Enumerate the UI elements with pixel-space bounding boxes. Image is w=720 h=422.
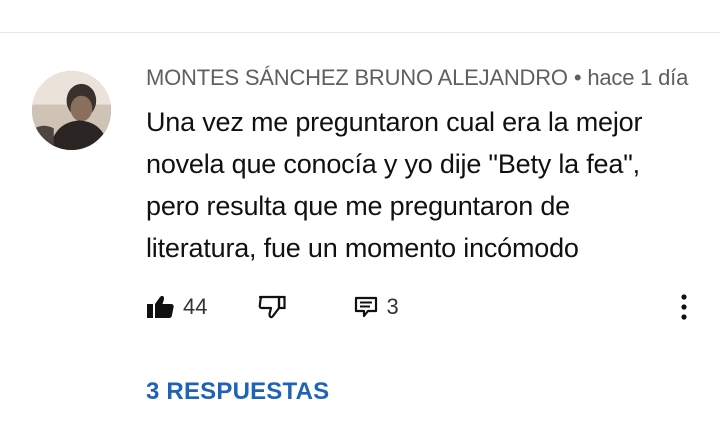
separator-dot: • bbox=[573, 65, 582, 90]
reply-button[interactable]: 3 bbox=[354, 294, 399, 320]
comment-timestamp[interactable]: hace 1 día bbox=[587, 65, 688, 90]
avatar[interactable] bbox=[32, 71, 111, 150]
comment-actions: 44 3 bbox=[146, 290, 399, 324]
top-divider bbox=[0, 32, 720, 33]
thumbs-up-filled-icon bbox=[147, 295, 174, 318]
like-count: 44 bbox=[183, 294, 208, 319]
reply-count: 3 bbox=[386, 294, 399, 319]
comment-reply-icon bbox=[355, 296, 378, 318]
avatar-image bbox=[32, 71, 111, 150]
thumbs-down-outline-icon bbox=[259, 295, 287, 319]
more-vertical-icon bbox=[681, 294, 687, 320]
more-options-button[interactable] bbox=[676, 292, 692, 322]
comment-text-line: literatura, fue un momento incómodo bbox=[146, 233, 579, 263]
comment-header: MONTES SÁNCHEZ BRUNO ALEJANDRO • hace 1 dí… bbox=[146, 65, 688, 91]
like-button[interactable]: 44 bbox=[146, 294, 207, 320]
view-replies-link[interactable]: 3 RESPUESTAS bbox=[146, 378, 329, 406]
dislike-button[interactable] bbox=[257, 295, 287, 319]
comment-text-line: novela que conocía y yo dije "Bety la fe… bbox=[146, 149, 640, 179]
comment-text: Una vez me preguntaron cual era la mejor… bbox=[146, 101, 706, 269]
comment-text-line: Una vez me preguntaron cual era la mejor bbox=[146, 107, 643, 137]
comment-text-line: pero resulta que me preguntaron de bbox=[146, 191, 570, 221]
author-name[interactable]: MONTES SÁNCHEZ BRUNO ALEJANDRO bbox=[146, 65, 568, 90]
